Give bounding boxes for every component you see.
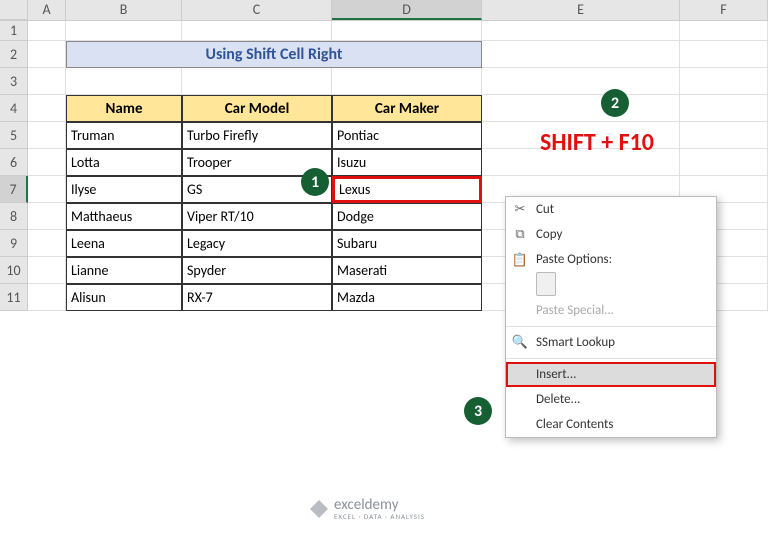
brand-logo: exceldemy EXCEL · DATA · ANALYSIS: [310, 498, 425, 520]
table-cell[interactable]: Matthaeus: [66, 203, 182, 230]
title-cell[interactable]: Using Shift Cell Right: [66, 41, 482, 68]
table-cell[interactable]: Pontiac: [332, 122, 482, 149]
magnifier-icon: 🔍: [512, 335, 528, 351]
step-badge-1: 1: [301, 168, 329, 196]
paste-option-icon[interactable]: [536, 272, 556, 296]
copy-icon: ⧉: [512, 227, 528, 243]
col-header-e[interactable]: E: [482, 0, 680, 20]
row-header-1[interactable]: 1: [0, 21, 28, 41]
table-cell[interactable]: Legacy: [182, 230, 332, 257]
header-model[interactable]: Car Model: [182, 95, 332, 122]
table-cell[interactable]: Viper RT/10: [182, 203, 332, 230]
row-header-11[interactable]: 11: [0, 284, 28, 311]
table-cell[interactable]: Lianne: [66, 257, 182, 284]
row-header-3[interactable]: 3: [0, 68, 28, 95]
header-name[interactable]: Name: [66, 95, 182, 122]
table-cell[interactable]: Truman: [66, 122, 182, 149]
col-header-f[interactable]: F: [680, 0, 768, 20]
scissors-icon: ✂: [512, 202, 528, 218]
table-cell[interactable]: Subaru: [332, 230, 482, 257]
table-cell[interactable]: Turbo Firefly: [182, 122, 332, 149]
menu-clear-contents[interactable]: Clear Contents: [506, 412, 716, 437]
brand-name: exceldemy: [334, 498, 425, 513]
row-header-2[interactable]: 2: [0, 41, 28, 68]
brand-tagline: EXCEL · DATA · ANALYSIS: [334, 513, 425, 520]
table-cell[interactable]: Spyder: [182, 257, 332, 284]
row-header-8[interactable]: 8: [0, 203, 28, 230]
table-cell[interactable]: Ilyse: [66, 176, 182, 203]
table-cell[interactable]: RX-7: [182, 284, 332, 311]
menu-cut[interactable]: ✂Cut: [506, 197, 716, 222]
menu-paste-special: Paste Special...: [506, 298, 716, 323]
menu-insert[interactable]: Insert...: [506, 362, 716, 387]
table-cell[interactable]: Alisun: [66, 284, 182, 311]
row-header-9[interactable]: 9: [0, 230, 28, 257]
menu-copy[interactable]: ⧉Copy: [506, 222, 716, 247]
clipboard-icon: 📋: [512, 252, 528, 268]
table-cell[interactable]: Isuzu: [332, 149, 482, 176]
menu-paste-options: 📋Paste Options:: [506, 247, 716, 272]
menu-divider: [506, 326, 716, 327]
selected-cell[interactable]: Lexus: [332, 176, 482, 203]
menu-smart-lookup[interactable]: 🔍SSmart Lookup: [506, 330, 716, 355]
col-header-b[interactable]: B: [66, 0, 182, 20]
col-header-d[interactable]: D: [332, 0, 482, 20]
table-cell[interactable]: Mazda: [332, 284, 482, 311]
step-badge-2: 2: [601, 89, 629, 117]
menu-delete[interactable]: Delete...: [506, 387, 716, 412]
shortcut-label: SHIFT + F10: [540, 128, 654, 157]
row-header-5[interactable]: 5: [0, 122, 28, 149]
row-header-10[interactable]: 10: [0, 257, 28, 284]
row-header-6[interactable]: 6: [0, 149, 28, 176]
col-header-c[interactable]: C: [182, 0, 332, 20]
step-badge-3: 3: [464, 397, 492, 425]
table-cell[interactable]: Lotta: [66, 149, 182, 176]
row-header-4[interactable]: 4: [0, 95, 28, 122]
context-menu: ✂Cut ⧉Copy 📋Paste Options: Paste Special…: [505, 196, 717, 438]
table-cell[interactable]: Leena: [66, 230, 182, 257]
header-maker[interactable]: Car Maker: [332, 95, 482, 122]
table-cell[interactable]: Dodge: [332, 203, 482, 230]
col-header-a[interactable]: A: [28, 0, 66, 20]
table-cell[interactable]: Maserati: [332, 257, 482, 284]
row-header-7[interactable]: 7: [0, 176, 28, 203]
logo-icon: [310, 500, 328, 518]
menu-divider: [506, 358, 716, 359]
